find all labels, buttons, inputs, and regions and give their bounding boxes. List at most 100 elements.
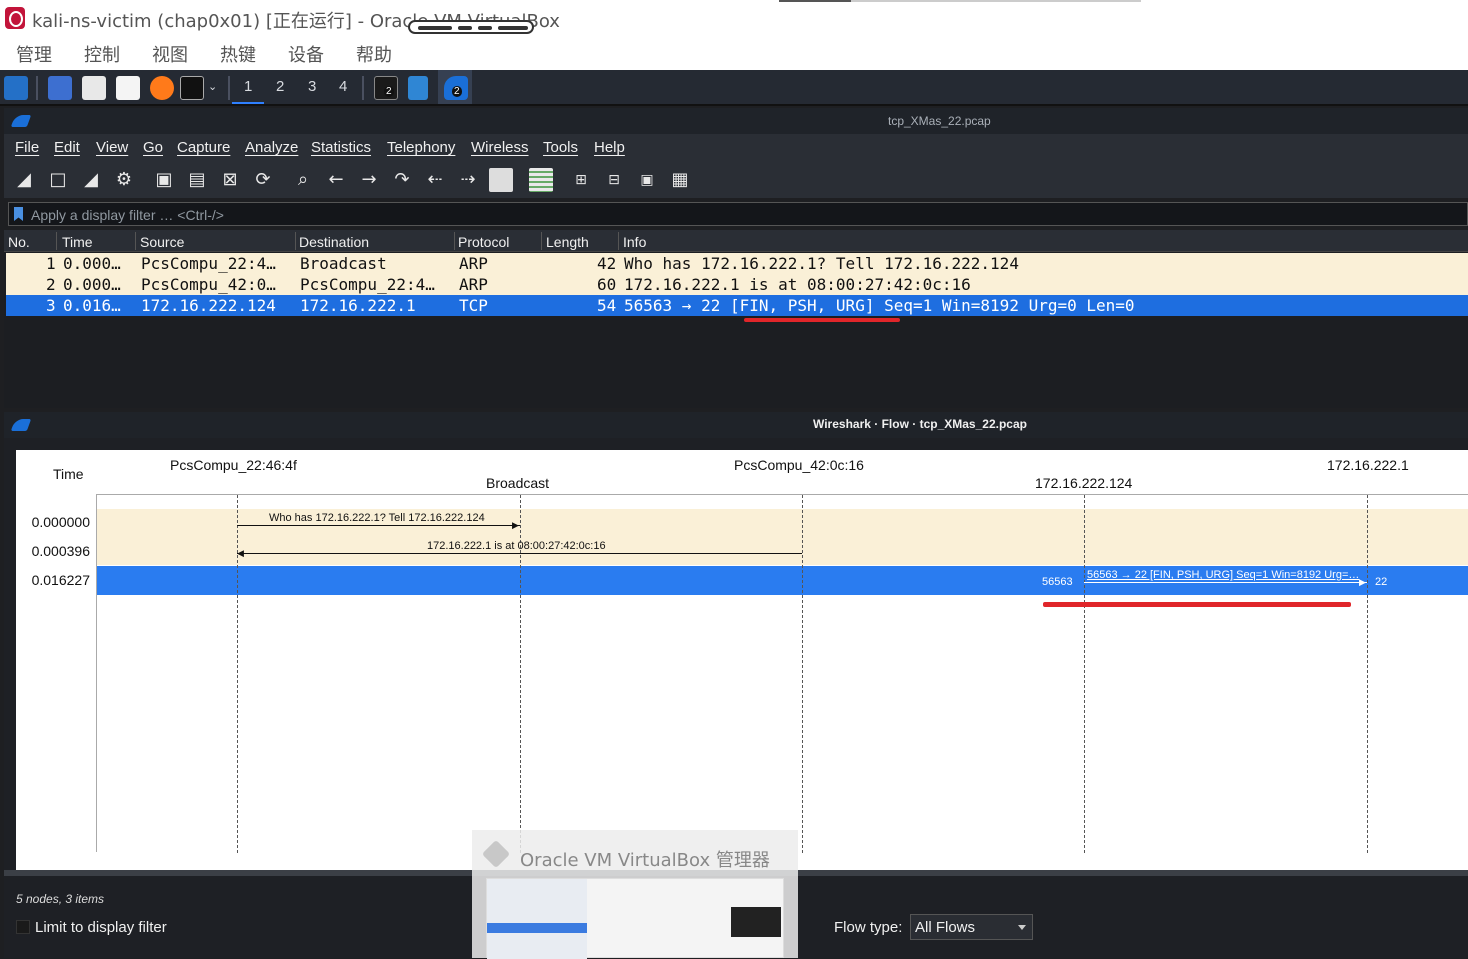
normal-size-icon[interactable]: ▣ [635, 168, 659, 192]
chevron-down-icon[interactable]: ⌄ [208, 80, 217, 93]
host-menu-devices[interactable]: 设备 [288, 41, 324, 67]
flow-node[interactable]: PcsCompu_42:0c:16 [734, 457, 864, 473]
thumb-sidebar [487, 879, 587, 959]
virtualbox-logo-icon [5, 7, 25, 29]
wireshark-menu-bar: File Edit View Go Capture Analyze Statis… [4, 134, 1468, 162]
terminal-icon[interactable] [180, 76, 204, 100]
time-header: Time [53, 466, 84, 482]
packet-source: 172.16.222.124 [141, 296, 276, 315]
workspace-3[interactable]: 3 [308, 78, 316, 95]
packet-list: No. Time Source Destination Protocol Len… [4, 230, 1468, 408]
flow-node[interactable]: 172.16.222.124 [1035, 475, 1132, 491]
flow-type-select[interactable]: All Flows [910, 914, 1033, 940]
search-icon[interactable]: ⌕ [291, 168, 315, 192]
flow-time: 0.000396 [31, 543, 90, 559]
packet-length: 60 [597, 275, 617, 294]
kali-taskbar: ⌄ 1 2 3 4 2 2 [0, 70, 1468, 106]
minimized-bar-icon[interactable] [408, 20, 534, 34]
column-destination[interactable]: Destination [299, 234, 369, 250]
flow-graph[interactable]: Time PcsCompu_22:46:4f Broadcast PcsComp… [16, 450, 1468, 870]
packet-row-selected[interactable]: 3 0.016… 172.16.222.124 172.16.222.1 TCP… [6, 295, 1468, 316]
menu-telephony[interactable]: Telephony [387, 139, 455, 156]
menu-capture[interactable]: Capture [177, 139, 230, 156]
flow-message: Who has 172.16.222.1? Tell 172.16.222.12… [269, 512, 485, 524]
host-menu-control[interactable]: 控制 [84, 41, 120, 67]
column-protocol[interactable]: Protocol [458, 234, 509, 250]
close-file-icon[interactable]: ⊠ [218, 168, 242, 192]
packet-info: 56563 → 22 [FIN, PSH, URG] Seq=1 Win=819… [624, 296, 1135, 315]
limit-filter-checkbox[interactable] [16, 920, 30, 934]
menu-wireless[interactable]: Wireless [471, 139, 529, 156]
flow-node[interactable]: Broadcast [486, 475, 549, 491]
column-length[interactable]: Length [546, 234, 589, 250]
zoom-out-icon[interactable]: ⊟ [602, 168, 626, 192]
virtualbox-cube-icon [481, 839, 511, 869]
flow-dst-port: 22 [1375, 576, 1388, 588]
menu-help[interactable]: Help [594, 139, 625, 156]
first-packet-icon[interactable]: ⇠ [423, 168, 447, 192]
column-source[interactable]: Source [140, 234, 184, 250]
reload-file-icon[interactable]: ⟳ [251, 168, 275, 192]
display-filter-input[interactable]: Apply a display filter … <Ctrl-/> [31, 207, 224, 223]
flow-node[interactable]: PcsCompu_22:46:4f [170, 457, 297, 473]
stop-capture-icon[interactable]: □ [46, 168, 70, 192]
colorize-icon[interactable] [529, 168, 553, 192]
flow-item-band[interactable] [97, 537, 1468, 565]
desktop-icon[interactable] [48, 76, 72, 100]
open-file-icon[interactable]: ▣ [152, 168, 176, 192]
go-forward-icon[interactable]: → [357, 168, 381, 192]
menu-edit[interactable]: Edit [54, 139, 80, 156]
host-menu-help[interactable]: 帮助 [356, 41, 392, 67]
wireshark-fin-icon [10, 419, 32, 431]
column-info[interactable]: Info [623, 234, 646, 250]
menu-go[interactable]: Go [143, 139, 163, 156]
zoom-in-icon[interactable]: ⊞ [569, 168, 593, 192]
packet-row[interactable]: 1 0.000… PcsCompu_22:4… Broadcast ARP 42… [6, 253, 1468, 274]
go-to-packet-icon[interactable]: ↷ [390, 168, 414, 192]
packet-length: 54 [597, 296, 617, 315]
restart-capture-icon[interactable]: ◢ [79, 168, 103, 192]
autoscroll-icon[interactable] [489, 168, 513, 192]
firefox-icon[interactable] [150, 76, 174, 100]
workspace-1[interactable]: 1 [244, 78, 252, 95]
packet-destination: Broadcast [300, 254, 387, 273]
workspace-2[interactable]: 2 [276, 78, 284, 95]
wireshark-fin-icon [10, 115, 32, 127]
task-badge: 2 [384, 86, 394, 97]
go-back-icon[interactable]: ← [324, 168, 348, 192]
column-time[interactable]: Time [62, 234, 93, 250]
arrow-right-icon: ▶ [512, 520, 519, 530]
packet-source: PcsCompu_42:0… [141, 275, 276, 294]
kali-menu-icon[interactable] [4, 76, 28, 100]
arrow-left-icon: ◀ [237, 548, 244, 558]
display-filter-bar[interactable]: Apply a display filter … <Ctrl-/> [8, 202, 1468, 226]
text-editor-icon[interactable] [116, 76, 140, 100]
virtualbox-manager-preview[interactable]: Oracle VM VirtualBox 管理器 [472, 830, 798, 959]
host-menu-manage[interactable]: 管理 [16, 41, 52, 67]
start-capture-icon[interactable]: ◢ [12, 168, 36, 192]
menu-view[interactable]: View [96, 139, 128, 156]
flow-type-label: Flow type: [834, 919, 903, 936]
menu-statistics[interactable]: Statistics [311, 139, 371, 156]
host-menu-view[interactable]: 视图 [152, 41, 188, 67]
packet-row[interactable]: 2 0.000… PcsCompu_42:0… PcsCompu_22:4… A… [6, 274, 1468, 295]
host-menu-hotkey[interactable]: 热键 [220, 41, 256, 67]
bookmark-icon[interactable] [14, 207, 23, 221]
menu-file[interactable]: File [15, 139, 39, 156]
flow-left-margin [4, 450, 16, 870]
flow-time: 0.016227 [31, 572, 90, 588]
last-packet-icon[interactable]: ⇢ [456, 168, 480, 192]
save-file-icon[interactable]: ▤ [185, 168, 209, 192]
file-manager-icon[interactable] [82, 76, 106, 100]
menu-analyze[interactable]: Analyze [245, 139, 298, 156]
flow-window-title: Wireshark · Flow · tcp_XMas_22.pcap [813, 417, 1027, 431]
workspace-4[interactable]: 4 [339, 78, 347, 95]
flow-node[interactable]: 172.16.222.1 [1327, 457, 1409, 473]
menu-tools[interactable]: Tools [543, 139, 578, 156]
capture-options-icon[interactable]: ⚙ [112, 168, 136, 192]
limit-filter-label[interactable]: Limit to display filter [35, 919, 167, 936]
resize-columns-icon[interactable]: ▦ [668, 168, 692, 192]
flow-spacer [4, 438, 1468, 450]
vscode-icon[interactable] [408, 76, 428, 100]
column-no[interactable]: No. [8, 234, 30, 250]
